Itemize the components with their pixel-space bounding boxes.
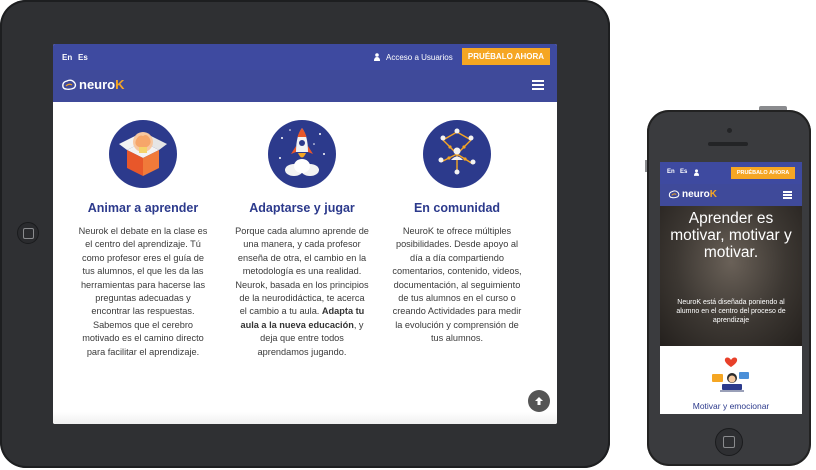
- neurok-logo[interactable]: neuro K: [668, 189, 717, 200]
- column-text: Porque cada alumno aprende de una manera…: [235, 225, 369, 359]
- user-icon[interactable]: [694, 169, 699, 176]
- tablet-home-button: [17, 222, 39, 244]
- lang-es-link[interactable]: Es: [78, 53, 88, 62]
- top-bar: En Es PRUÉBALO AHORA: [660, 162, 802, 184]
- access-users-link[interactable]: Acceso a Usuarios: [386, 53, 453, 62]
- column-title: En comunidad: [413, 201, 501, 215]
- phone-speaker: [708, 142, 748, 146]
- lang-en-link[interactable]: En: [62, 53, 72, 62]
- brain-box-icon: [109, 120, 177, 188]
- phone-camera: [727, 128, 732, 133]
- column-text: NeuroK te ofrece múltiples posibilidades…: [392, 226, 522, 344]
- user-icon: [374, 53, 380, 61]
- tablet-screen: En Es Acceso a Usuarios PRUÉBALO AHORA n…: [53, 44, 557, 424]
- hamburger-menu-icon[interactable]: [783, 191, 792, 199]
- tablet-device: En Es Acceso a Usuarios PRUÉBALO AHORA n…: [0, 0, 610, 468]
- hamburger-menu-icon[interactable]: [532, 80, 544, 90]
- feature-column-adaptarse: Adaptarse y jugar Porque cada alumno apr…: [227, 120, 377, 359]
- main-nav: neuro K: [53, 70, 557, 102]
- section-title: Motivar y emocionar: [692, 401, 770, 411]
- hero-banner: Aprender es motivar, motivar y motivar. …: [660, 206, 802, 346]
- phone-content: Motivar y emocionar: [660, 346, 802, 414]
- column-text: Neurok el debate en la clase es el centr…: [78, 226, 208, 357]
- phone-device: En Es PRUÉBALO AHORA neuro K Aprender es …: [647, 110, 811, 466]
- column-title: Adaptarse y jugar: [249, 201, 355, 215]
- feature-column-comunidad: En comunidad NeuroK te ofrece múltiples …: [382, 120, 532, 346]
- student-laptop-icon: [712, 357, 749, 392]
- bottom-fade: [53, 412, 557, 424]
- logo-k: K: [709, 189, 718, 200]
- phone-screen: En Es PRUÉBALO AHORA neuro K Aprender es …: [660, 162, 802, 414]
- rocket-icon: [268, 120, 336, 188]
- feature-column-animar: Animar a aprender Neurok el debate en la…: [68, 120, 218, 359]
- arrow-up-icon: [535, 397, 543, 405]
- community-network-icon: [423, 120, 491, 188]
- try-now-button[interactable]: PRUÉBALO AHORA: [462, 48, 550, 65]
- neurok-logo[interactable]: neuro K: [61, 77, 125, 92]
- hero-title: Aprender es motivar, motivar y motivar.: [670, 210, 792, 261]
- lang-en-link[interactable]: En: [667, 169, 675, 175]
- column-text-part: Porque cada alumno aprende de una manera…: [235, 226, 369, 317]
- phone-home-button: [715, 428, 743, 456]
- logo-text: neuro: [682, 189, 710, 200]
- brain-logo-icon: [62, 79, 77, 90]
- top-bar: En Es Acceso a Usuarios PRUÉBALO AHORA: [53, 44, 557, 70]
- brain-logo-icon: [668, 190, 680, 199]
- column-title: Animar a aprender: [87, 201, 199, 215]
- logo-k: K: [115, 77, 125, 92]
- lang-es-link[interactable]: Es: [680, 169, 687, 175]
- logo-text: neuro: [79, 77, 116, 92]
- try-now-button[interactable]: PRUÉBALO AHORA: [731, 167, 795, 179]
- hero-text: NeuroK está diseñada poniendo al alumno …: [676, 299, 786, 324]
- main-nav: neuro K: [660, 184, 802, 206]
- scroll-to-top-button[interactable]: [528, 390, 550, 412]
